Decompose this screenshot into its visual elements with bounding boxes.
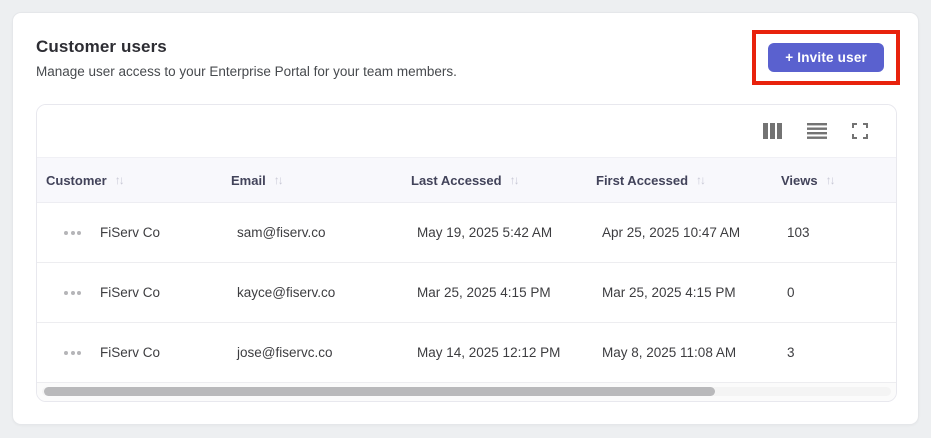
sort-icon: ↑ ↓ [273,173,284,187]
title-block: Customer users Manage user access to you… [36,37,457,79]
page-subtitle: Manage user access to your Enterprise Po… [36,64,457,79]
table-row: FiServ Co jose@fiservc.co May 14, 2025 1… [37,323,896,383]
table-row: FiServ Co sam@fiserv.co May 19, 2025 5:4… [37,203,896,263]
column-header-views[interactable]: Views ↑ ↓ [772,173,896,188]
email-cell: jose@fiservc.co [237,345,333,360]
customer-name: FiServ Co [100,225,161,240]
views-cell: 3 [787,345,795,360]
column-header-label: Email [231,172,266,188]
last-accessed-cell: May 14, 2025 12:12 PM [417,345,561,360]
column-header-first-accessed[interactable]: First Accessed ↑ ↓ [587,173,772,188]
first-accessed-cell: May 8, 2025 11:08 AM [602,345,737,360]
annotation-highlight-box: + Invite user [752,30,900,85]
table-header-row: Customer ↑ ↓ Email ↑ ↓ Last Accessed ↑ ↓ Fi… [37,157,896,203]
sort-icon: ↑ ↓ [825,173,836,187]
invite-user-button[interactable]: + Invite user [768,43,884,72]
customer-name: FiServ Co [100,345,161,360]
column-header-label: Last Accessed [411,172,502,188]
row-actions-menu-icon[interactable] [64,287,81,299]
column-header-label: Views [781,172,818,188]
page-title: Customer users [36,37,167,56]
views-cell: 103 [787,225,810,240]
table-row: FiServ Co kayce@fiserv.co Mar 25, 2025 4… [37,263,896,323]
row-actions-menu-icon[interactable] [64,347,81,359]
customer-name: FiServ Co [100,285,161,300]
views-cell: 0 [787,285,795,300]
horizontal-scrollbar [37,383,896,401]
first-accessed-cell: Apr 25, 2025 10:47 AM [602,225,741,240]
column-header-customer[interactable]: Customer ↑ ↓ [37,173,222,188]
sort-icon: ↑ ↓ [114,173,125,187]
customer-cell: FiServ Co [37,225,222,240]
scrollbar-thumb[interactable] [44,387,715,396]
table-toolbar [37,105,896,157]
columns-icon[interactable] [763,123,782,139]
row-density-icon[interactable] [807,123,827,139]
sort-icon: ↑ ↓ [509,173,520,187]
sort-icon: ↑ ↓ [696,173,706,187]
customer-cell: FiServ Co [37,345,222,360]
email-cell: sam@fiserv.co [237,225,326,240]
customer-cell: FiServ Co [37,285,222,300]
column-header-email[interactable]: Email ↑ ↓ [222,173,402,188]
email-cell: kayce@fiserv.co [237,285,336,300]
first-accessed-cell: Mar 25, 2025 4:15 PM [602,285,736,300]
card-header: Customer users Manage user access to you… [36,30,900,85]
column-header-label: Customer [46,172,107,188]
row-actions-menu-icon[interactable] [64,227,81,239]
last-accessed-cell: Mar 25, 2025 4:15 PM [417,285,551,300]
scrollbar-track[interactable] [42,387,891,396]
last-accessed-cell: May 19, 2025 5:42 AM [417,225,553,240]
users-table: Customer ↑ ↓ Email ↑ ↓ Last Accessed ↑ ↓ Fi… [36,104,897,402]
column-header-label: First Accessed [596,172,689,188]
column-header-last-accessed[interactable]: Last Accessed ↑ ↓ [402,173,587,188]
fullscreen-icon[interactable] [852,123,868,139]
customer-users-card: Customer users Manage user access to you… [12,12,919,425]
